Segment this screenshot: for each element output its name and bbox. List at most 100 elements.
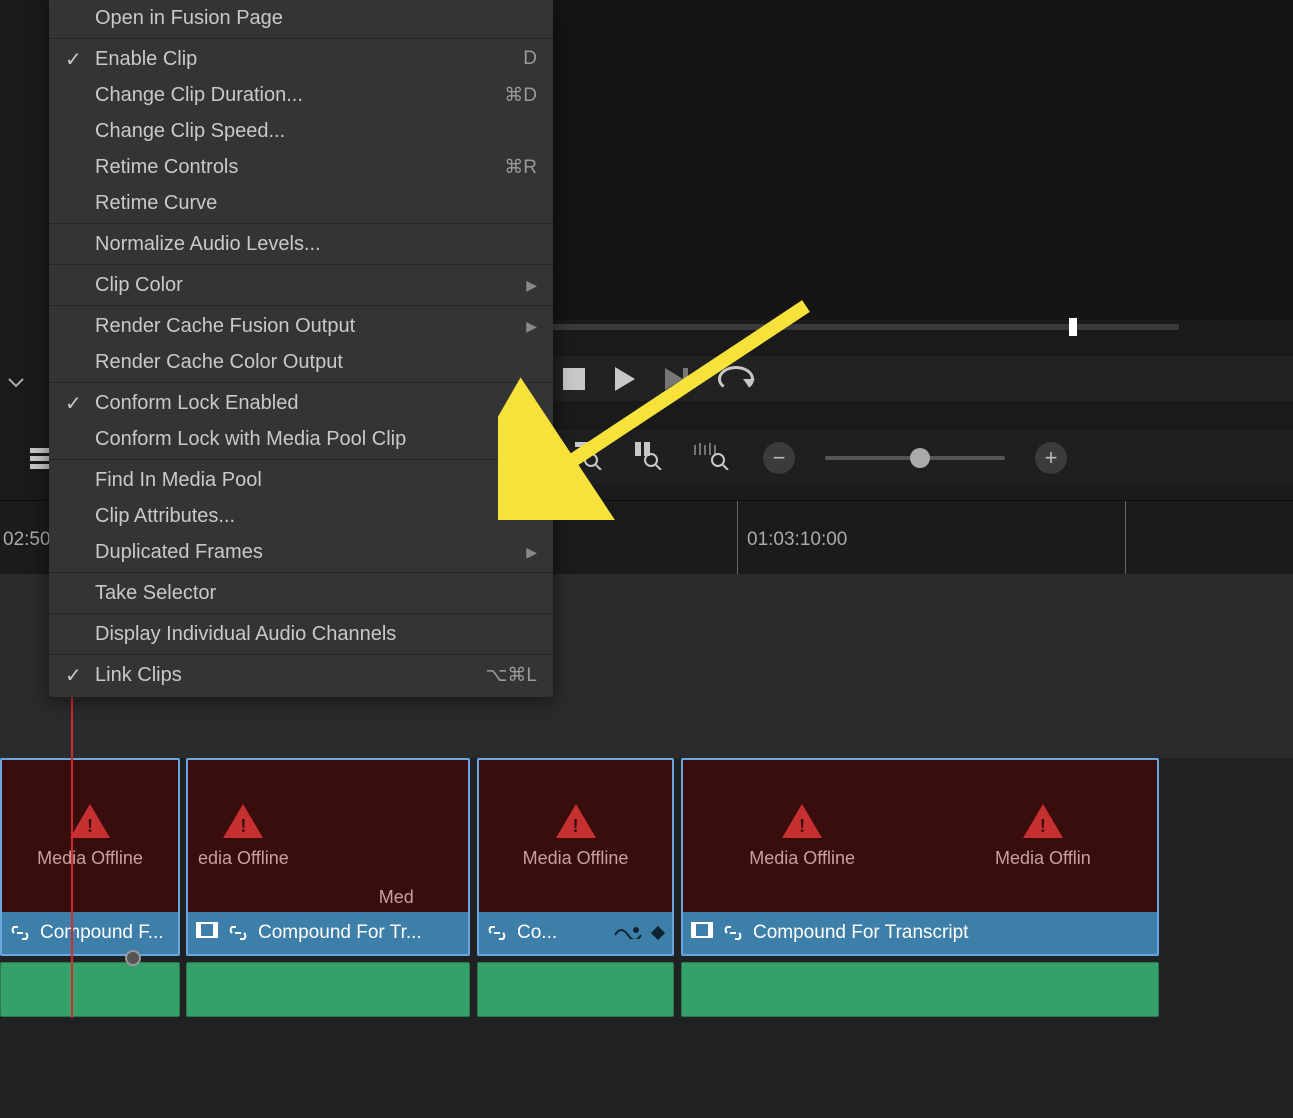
menu-render-cache-color[interactable]: Render Cache Color Output bbox=[49, 344, 553, 380]
clip-title: Compound For Tr... bbox=[258, 922, 422, 944]
next-button[interactable] bbox=[665, 368, 688, 390]
link-icon bbox=[487, 925, 507, 941]
menu-separator bbox=[49, 382, 553, 383]
menu-clip-attributes[interactable]: Clip Attributes... bbox=[49, 498, 553, 534]
menu-label: Clip Color bbox=[95, 274, 526, 297]
clip-title-bar: Co... bbox=[479, 912, 672, 954]
menu-find-in-media-pool[interactable]: Find In Media Pool ⌥F bbox=[49, 462, 553, 498]
loop-button[interactable] bbox=[718, 366, 754, 392]
menu-label: Normalize Audio Levels... bbox=[95, 233, 537, 256]
viewer-scrubber-handle[interactable] bbox=[1069, 318, 1077, 336]
menu-shortcut: ⌘D bbox=[504, 84, 537, 107]
menu-duplicated-frames[interactable]: Duplicated Frames ▶ bbox=[49, 534, 553, 570]
viewer-scrubber[interactable] bbox=[553, 324, 1179, 330]
link-icon bbox=[10, 925, 30, 941]
chevron-right-icon: ▶ bbox=[526, 544, 537, 561]
menu-shortcut: ⌘R bbox=[504, 156, 537, 179]
zoom-tool-c-icon[interactable] bbox=[693, 440, 733, 475]
warning-icon: ! bbox=[556, 804, 596, 838]
menu-separator bbox=[49, 223, 553, 224]
edit-point-handle[interactable] bbox=[125, 950, 141, 966]
zoom-toolbar: − + bbox=[553, 430, 1293, 485]
menu-separator bbox=[49, 38, 553, 39]
warning-icon: ! bbox=[223, 804, 263, 838]
check-icon: ✓ bbox=[65, 391, 95, 416]
menu-label: Find In Media Pool bbox=[95, 469, 503, 492]
link-icon bbox=[723, 925, 743, 941]
transport-bar bbox=[553, 356, 1293, 401]
media-offline-label: edia Offline bbox=[198, 848, 289, 869]
menu-render-cache-fusion[interactable]: Render Cache Fusion Output ▶ bbox=[49, 308, 553, 344]
menu-label: Display Individual Audio Channels bbox=[95, 623, 537, 646]
zoom-tool-b-icon[interactable] bbox=[633, 440, 663, 475]
menu-link-clips[interactable]: ✓ Link Clips ⌥⌘L bbox=[49, 657, 553, 693]
menu-enable-clip[interactable]: ✓ Enable Clip D bbox=[49, 41, 553, 77]
check-icon: ✓ bbox=[65, 663, 95, 688]
menu-display-individual-audio[interactable]: Display Individual Audio Channels bbox=[49, 616, 553, 652]
menu-shortcut: D bbox=[523, 48, 537, 70]
stop-button[interactable] bbox=[563, 368, 585, 390]
video-clip[interactable]: ! Media Offline Co... bbox=[477, 758, 674, 956]
menu-take-selector[interactable]: Take Selector bbox=[49, 575, 553, 611]
media-offline-label: Media Offlin bbox=[995, 848, 1091, 869]
menu-open-in-fusion[interactable]: Open in Fusion Page bbox=[49, 0, 553, 36]
menu-shortcut: ⌥⌘L bbox=[486, 664, 537, 687]
media-offline-label: Media Offline bbox=[749, 848, 855, 869]
clip-thumbnail: ! Media Offline bbox=[479, 760, 672, 912]
play-button[interactable] bbox=[615, 367, 635, 391]
menu-separator bbox=[49, 264, 553, 265]
audio-clip[interactable] bbox=[186, 962, 470, 1017]
zoom-slider[interactable] bbox=[825, 456, 1005, 460]
menu-shortcut: ⌥F bbox=[503, 469, 537, 492]
zoom-tool-a-icon[interactable] bbox=[573, 440, 603, 475]
clip-thumbnail: ! edia Offline Med bbox=[188, 760, 468, 912]
menu-label: Retime Curve bbox=[95, 192, 537, 215]
chevron-right-icon: ▶ bbox=[526, 318, 537, 335]
audio-clip[interactable] bbox=[0, 962, 180, 1017]
clip-title: Co... bbox=[517, 922, 557, 944]
clip-thumbnail: ! Media Offline ! Media Offlin bbox=[683, 760, 1157, 912]
warning-icon: ! bbox=[70, 804, 110, 838]
video-track: ! Media Offline Compound F... ! edia Off… bbox=[0, 758, 1179, 956]
audio-clip[interactable] bbox=[681, 962, 1159, 1017]
menu-label: Clip Attributes... bbox=[95, 505, 537, 528]
fx-icons bbox=[614, 925, 666, 941]
menu-label: Take Selector bbox=[95, 582, 537, 605]
menu-label: Change Clip Speed... bbox=[95, 120, 537, 143]
zoom-in-button[interactable]: + bbox=[1035, 442, 1067, 474]
menu-conform-lock-media-pool[interactable]: Conform Lock with Media Pool Clip bbox=[49, 421, 553, 457]
media-offline-label: Media Offline bbox=[37, 848, 143, 869]
clip-thumbnail: ! Media Offline bbox=[2, 760, 178, 912]
ruler-label-center: 01:03:10:00 bbox=[747, 529, 847, 551]
menu-retime-curve[interactable]: Retime Curve bbox=[49, 185, 553, 221]
menu-label: Render Cache Fusion Output bbox=[95, 315, 526, 338]
warning-icon: ! bbox=[1023, 804, 1063, 838]
clip-context-menu: Open in Fusion Page ✓ Enable Clip D Chan… bbox=[49, 0, 553, 697]
ruler-major-tick bbox=[737, 501, 738, 574]
clip-title: Compound F... bbox=[40, 922, 164, 944]
ruler-major-tick bbox=[1125, 501, 1126, 574]
menu-change-clip-speed[interactable]: Change Clip Speed... bbox=[49, 113, 553, 149]
menu-change-clip-duration[interactable]: Change Clip Duration... ⌘D bbox=[49, 77, 553, 113]
zoom-out-button[interactable]: − bbox=[763, 442, 795, 474]
clip-title-bar: Compound F... bbox=[2, 912, 178, 954]
menu-normalize-audio[interactable]: Normalize Audio Levels... bbox=[49, 226, 553, 262]
video-clip[interactable]: ! Media Offline Compound F... bbox=[0, 758, 180, 956]
menu-label: Link Clips bbox=[95, 664, 486, 687]
menu-clip-color[interactable]: Clip Color ▶ bbox=[49, 267, 553, 303]
menu-label: Retime Controls bbox=[95, 156, 504, 179]
video-clip[interactable]: ! Media Offline ! Media Offlin Compound … bbox=[681, 758, 1159, 956]
chevron-down-icon[interactable] bbox=[8, 372, 24, 393]
menu-retime-controls[interactable]: Retime Controls ⌘R bbox=[49, 149, 553, 185]
link-icon bbox=[228, 925, 248, 941]
clip-title-bar: Compound For Transcript bbox=[683, 912, 1157, 954]
menu-label: Change Clip Duration... bbox=[95, 84, 504, 107]
video-clip[interactable]: ! edia Offline Med Compound For Tr... bbox=[186, 758, 470, 956]
menu-conform-lock-enabled[interactable]: ✓ Conform Lock Enabled bbox=[49, 385, 553, 421]
compound-clip-icon bbox=[691, 922, 713, 944]
chevron-right-icon: ▶ bbox=[526, 277, 537, 294]
menu-separator bbox=[49, 305, 553, 306]
audio-clip[interactable] bbox=[477, 962, 674, 1017]
zoom-slider-thumb[interactable] bbox=[910, 448, 930, 468]
viewer-area bbox=[553, 0, 1293, 320]
